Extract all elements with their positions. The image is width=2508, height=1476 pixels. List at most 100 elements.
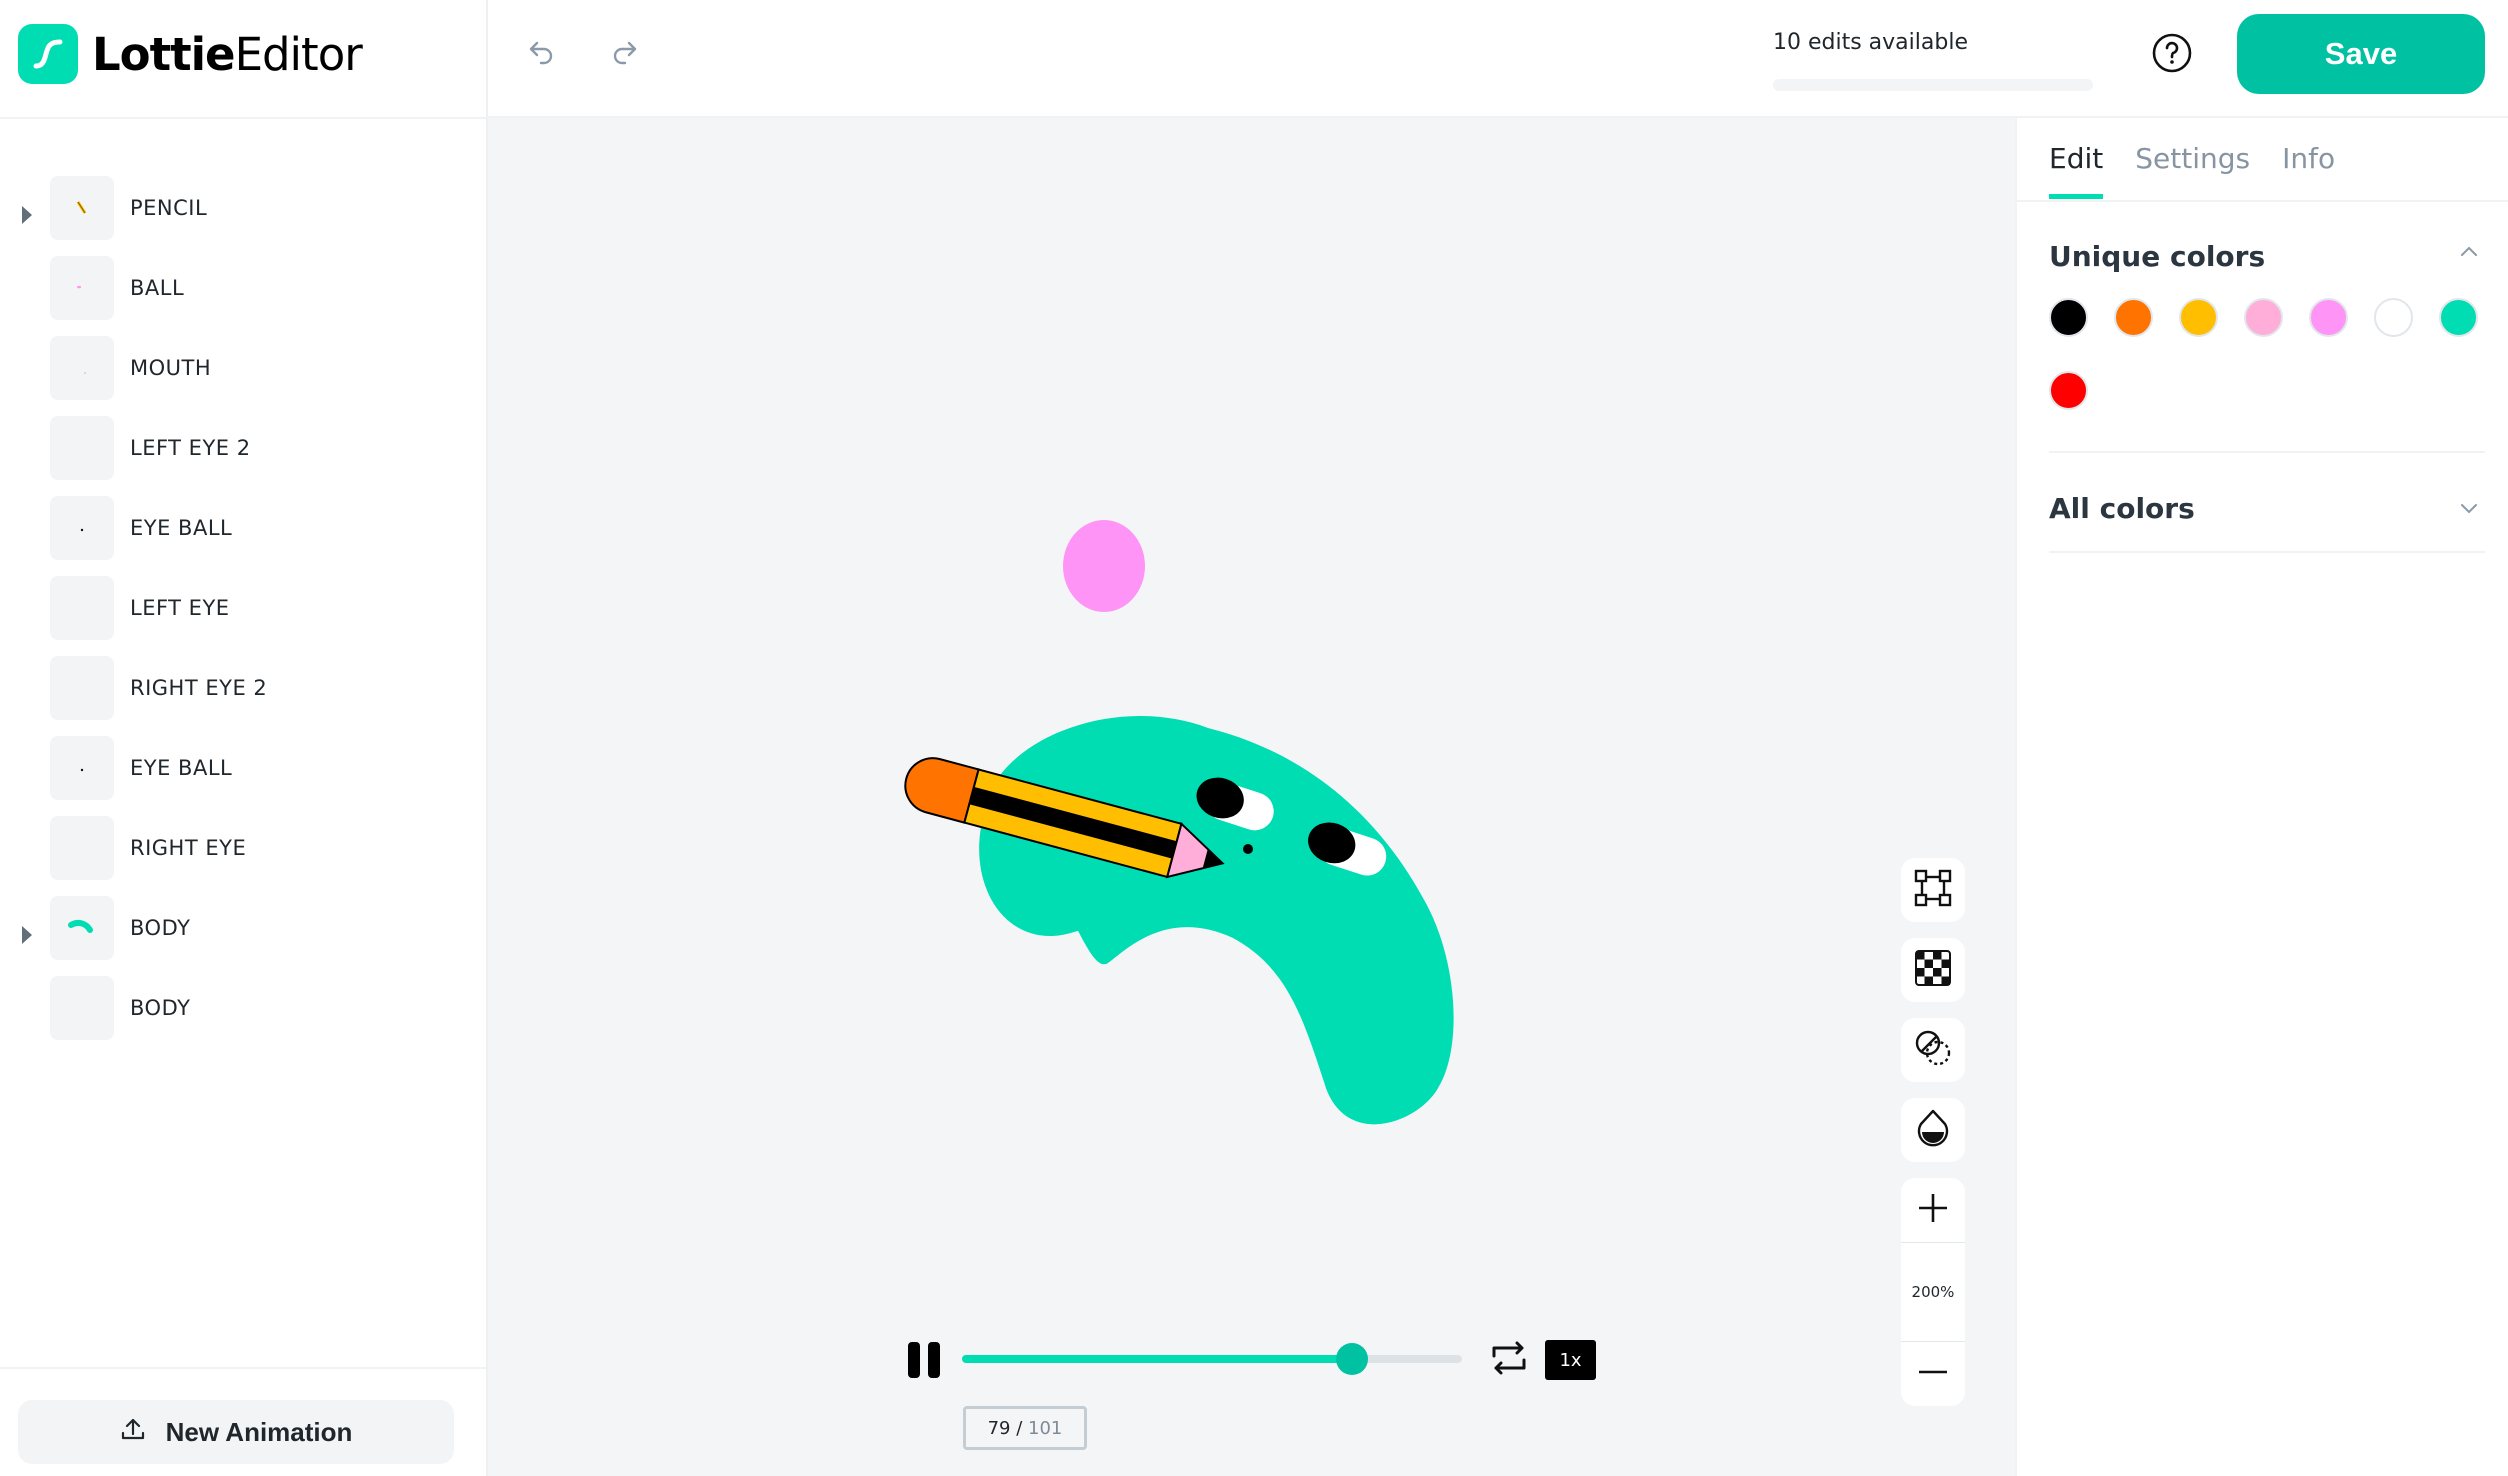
undo-icon: [527, 37, 557, 71]
layer-item[interactable]: MOUTH: [0, 336, 486, 416]
layer-item[interactable]: PENCIL: [0, 176, 486, 256]
panel-tabs: Edit Settings Info: [2049, 142, 2335, 202]
animation-preview[interactable]: [488, 118, 2015, 1476]
layer-name: EYE BALL: [130, 756, 233, 780]
layer-item[interactable]: EYE BALL: [0, 496, 486, 576]
layer-name: RIGHT EYE: [130, 836, 247, 860]
timeline-handle[interactable]: [1336, 1343, 1368, 1375]
ball-shape: [1063, 520, 1145, 612]
layer-thumbnail: [50, 576, 114, 640]
layer-item[interactable]: BALL: [0, 256, 486, 336]
layer-item[interactable]: LEFT EYE 2: [0, 416, 486, 496]
layer-item[interactable]: BODY: [0, 896, 486, 976]
layer-thumbnail: [50, 416, 114, 480]
opacity-tool[interactable]: [1901, 1098, 1965, 1162]
logo: LottieEditor: [18, 24, 363, 84]
animation-canvas[interactable]: 200% 1x 79 / 101: [488, 118, 2015, 1476]
redo-icon: [609, 37, 639, 71]
frame-input[interactable]: 79 / 101: [963, 1406, 1087, 1450]
save-button[interactable]: Save: [2237, 14, 2485, 94]
opacity-drop-icon: [1915, 1108, 1951, 1152]
help-button[interactable]: [2148, 31, 2196, 79]
transparency-grid-tool[interactable]: [1901, 938, 1965, 1002]
chevron-down-icon[interactable]: [2457, 496, 2481, 520]
new-animation-label: New Animation: [165, 1416, 353, 1447]
layer-thumbnail: [50, 976, 114, 1040]
tab-edit[interactable]: Edit: [2049, 142, 2104, 202]
mouth-dot: [1243, 844, 1253, 854]
layer-thumbnail: [50, 736, 114, 800]
layer-name: MOUTH: [130, 356, 212, 380]
layer-thumbnail: [50, 496, 114, 560]
blend-mode-icon: [1913, 1028, 1953, 1072]
checkerboard-icon: [1915, 950, 1951, 990]
timeline-slider[interactable]: [962, 1343, 1462, 1375]
layer-item[interactable]: RIGHT EYE 2: [0, 656, 486, 736]
properties-panel: Edit Settings Info Unique colors All color…: [2015, 118, 2508, 1476]
layer-name: RIGHT EYE 2: [130, 676, 268, 700]
layer-thumbnail: [50, 176, 114, 240]
layer-thumbnail: [50, 816, 114, 880]
divider: [0, 117, 488, 119]
zoom-in-button[interactable]: [1901, 1178, 1965, 1242]
unique-colors-title: Unique colors: [2049, 240, 2266, 273]
blend-mode-tool[interactable]: [1901, 1018, 1965, 1082]
total-frames: 101: [1028, 1417, 1063, 1439]
tab-settings[interactable]: Settings: [2135, 142, 2250, 202]
divider: [2017, 200, 2508, 202]
color-swatch[interactable]: [2309, 298, 2348, 337]
bounding-box-tool[interactable]: [1901, 858, 1965, 922]
layer-thumbnail: [50, 896, 114, 960]
undo-button[interactable]: [518, 30, 566, 78]
color-swatch[interactable]: [2114, 298, 2153, 337]
edits-available-label: 10 edits available: [1773, 30, 1968, 55]
layer-item[interactable]: EYE BALL: [0, 736, 486, 816]
expand-caret-icon[interactable]: [22, 206, 32, 224]
bounding-box-icon: [1913, 868, 1953, 912]
expand-caret-icon[interactable]: [22, 926, 32, 944]
layer-name: BALL: [130, 276, 185, 300]
pause-icon: [908, 1342, 940, 1378]
color-swatch[interactable]: [2439, 298, 2478, 337]
layer-item[interactable]: BODY: [0, 976, 486, 1056]
unique-colors-list: [2049, 298, 2489, 410]
playback-speed-button[interactable]: 1x: [1545, 1340, 1596, 1380]
layer-name: PENCIL: [130, 196, 208, 220]
color-swatch[interactable]: [2049, 298, 2088, 337]
lottie-logo-icon: [18, 24, 78, 84]
zoom-out-button[interactable]: [1901, 1342, 1965, 1406]
pause-button[interactable]: [904, 1340, 944, 1380]
layer-item[interactable]: RIGHT EYE: [0, 816, 486, 896]
layer-name: BODY: [130, 916, 191, 940]
divider: [0, 1367, 486, 1369]
layer-list: PENCIL BALL MOUTH LEFT EYE 2 EYE BALL LEFT EY…: [0, 176, 486, 1056]
app-title: LottieEditor: [92, 27, 363, 81]
layers-sidebar: LottieEditor PENCIL BALL MOUTH LEFT EYE 2 EY…: [0, 0, 488, 1476]
new-animation-button[interactable]: New Animation: [18, 1400, 454, 1464]
layer-name: BODY: [130, 996, 191, 1020]
top-toolbar: 10 edits available Save: [488, 0, 2508, 118]
layer-name: EYE BALL: [130, 516, 233, 540]
divider: [2049, 451, 2485, 453]
loop-button[interactable]: [1487, 1340, 1531, 1380]
edits-progress-bar: [1773, 79, 2093, 91]
canvas-tools: 200%: [1901, 858, 1965, 1406]
current-frame: 79: [987, 1417, 1011, 1439]
tab-info[interactable]: Info: [2282, 142, 2335, 202]
color-swatch[interactable]: [2374, 298, 2413, 337]
color-swatch[interactable]: [2244, 298, 2283, 337]
plus-icon: [1916, 1191, 1950, 1229]
lottie-editor-app: LottieEditor PENCIL BALL MOUTH LEFT EYE 2 EY…: [0, 0, 2508, 1476]
minus-icon: [1916, 1355, 1950, 1393]
layer-item[interactable]: LEFT EYE: [0, 576, 486, 656]
chevron-up-icon[interactable]: [2457, 240, 2481, 264]
color-swatch[interactable]: [2049, 371, 2088, 410]
layer-thumbnail: [50, 336, 114, 400]
divider: [2049, 551, 2485, 553]
redo-button[interactable]: [600, 30, 648, 78]
question-circle-icon: [2151, 32, 2193, 78]
all-colors-title[interactable]: All colors: [2049, 492, 2195, 525]
layer-thumbnail: [50, 656, 114, 720]
zoom-level: 200%: [1901, 1242, 1965, 1342]
color-swatch[interactable]: [2179, 298, 2218, 337]
